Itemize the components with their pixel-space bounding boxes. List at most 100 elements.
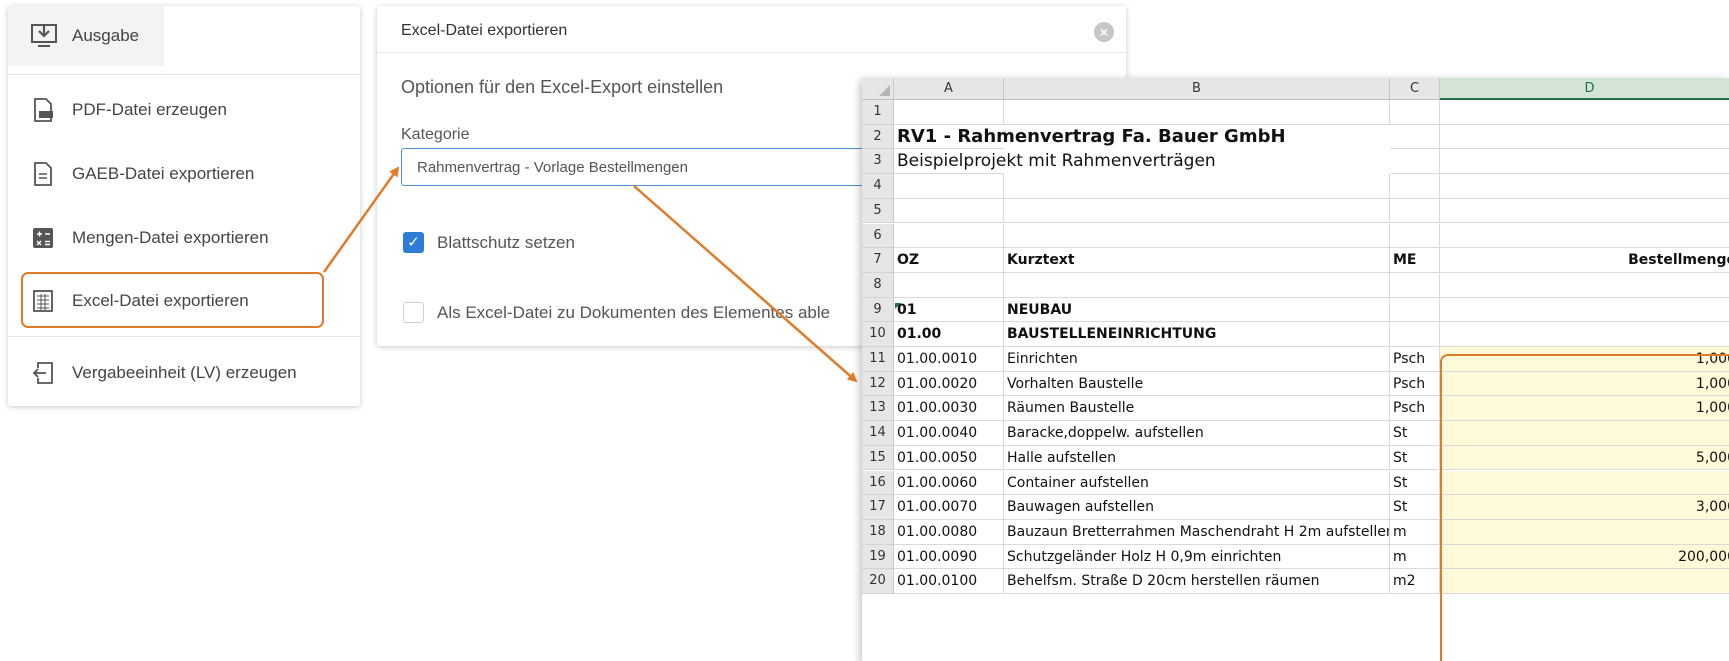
column-header-c[interactable]: C — [1390, 78, 1440, 100]
save-to-documents-checkbox[interactable] — [403, 302, 424, 323]
select-all-corner[interactable] — [862, 78, 894, 100]
cell-bestellmenge[interactable] — [1440, 298, 1729, 323]
row-number[interactable]: 11 — [862, 347, 894, 372]
cell-bestellmenge[interactable] — [1440, 421, 1729, 446]
cell-bestellmenge[interactable]: 1,000 — [1440, 371, 1729, 397]
column-header-a[interactable]: A — [894, 78, 1004, 100]
row-number[interactable]: 15 — [862, 445, 894, 471]
cell-me[interactable]: Psch — [1390, 371, 1440, 397]
cell-oz[interactable]: 01.00.0080 — [894, 519, 1004, 545]
cell-bestellmenge[interactable] — [1440, 199, 1729, 224]
sheet-subtitle[interactable]: Beispielprojekt mit Rahmenverträgen — [894, 149, 1216, 175]
cell-me[interactable]: St — [1390, 470, 1440, 496]
cell-me[interactable]: m — [1390, 544, 1440, 570]
cell-oz[interactable]: 01.00.0040 — [894, 421, 1004, 446]
cell-kurztext[interactable]: Räumen Baustelle — [1004, 396, 1390, 422]
cell-kurztext[interactable]: Bauzaun Bretterrahmen Maschendraht H 2m … — [1004, 519, 1390, 545]
cell-oz[interactable]: 01 — [894, 297, 1004, 323]
cell-oz[interactable]: 01.00.0060 — [894, 470, 1004, 496]
cell-oz[interactable]: 01.00.0030 — [894, 396, 1004, 422]
cell-bestellmenge[interactable] — [1440, 224, 1729, 249]
cell-oz[interactable] — [894, 174, 1004, 199]
row-number[interactable]: 9 — [862, 297, 894, 323]
cell-me[interactable]: m2 — [1390, 569, 1440, 594]
sheet-protection-checkbox[interactable]: ✓ — [403, 232, 424, 253]
header-kurztext[interactable]: Kurztext — [1004, 248, 1390, 273]
row-number[interactable]: 8 — [862, 272, 894, 298]
cell-me[interactable]: Psch — [1390, 396, 1440, 422]
menu-item-mengen[interactable]: Mengen-Datei exportieren — [8, 213, 360, 263]
cell-me[interactable] — [1390, 198, 1440, 224]
cell-kurztext[interactable]: Behelfsm. Straße D 20cm herstellen räume… — [1004, 569, 1390, 594]
cell-oz[interactable]: 01.00.0100 — [894, 569, 1004, 594]
cell-kurztext[interactable]: Halle aufstellen — [1004, 445, 1390, 471]
cell-oz[interactable] — [894, 223, 1004, 249]
close-icon[interactable]: × — [1094, 22, 1114, 42]
cell-oz[interactable] — [894, 100, 1004, 125]
row-number[interactable]: 10 — [862, 322, 894, 347]
row-number[interactable]: 20 — [862, 569, 894, 594]
cell-bestellmenge[interactable] — [1440, 100, 1729, 125]
cell-oz[interactable]: 01.00.0070 — [894, 495, 1004, 520]
cell-me[interactable] — [1390, 223, 1440, 249]
cell-kurztext[interactable] — [1004, 174, 1390, 199]
cell-oz[interactable]: 01.00.0050 — [894, 445, 1004, 471]
row-number[interactable]: 17 — [862, 495, 894, 520]
cell[interactable] — [1440, 149, 1729, 175]
cell-kurztext[interactable]: Vorhalten Baustelle — [1004, 371, 1390, 397]
cell[interactable] — [1390, 124, 1440, 150]
cell-kurztext[interactable] — [1004, 272, 1390, 298]
row-number[interactable]: 2 — [862, 124, 894, 150]
cell-me[interactable]: St — [1390, 495, 1440, 520]
cell-kurztext[interactable] — [1004, 223, 1390, 249]
cell-oz[interactable] — [894, 198, 1004, 224]
cell-kurztext[interactable]: Schutzgeländer Holz H 0,9m einrichten — [1004, 544, 1390, 570]
cell-kurztext[interactable] — [1004, 100, 1390, 125]
header-bestellmenge[interactable]: Bestellmenge — [1440, 248, 1729, 273]
cell-me[interactable]: St — [1390, 421, 1440, 446]
output-menu-header[interactable]: Ausgabe — [8, 6, 164, 66]
cell-oz[interactable]: 01.00 — [894, 322, 1004, 347]
cell-me[interactable] — [1390, 322, 1440, 347]
row-number[interactable]: 13 — [862, 396, 894, 422]
cell-kurztext[interactable]: BAUSTELLENEINRICHTUNG — [1004, 322, 1390, 347]
row-number[interactable]: 5 — [862, 198, 894, 224]
menu-item-gaeb[interactable]: GAEB-Datei exportieren — [8, 149, 360, 199]
header-oz[interactable]: OZ — [894, 248, 1004, 273]
menu-item-vergabeeinheit[interactable]: Vergabeeinheit (LV) erzeugen — [8, 348, 360, 398]
cell-bestellmenge[interactable] — [1440, 273, 1729, 298]
row-number[interactable]: 3 — [862, 149, 894, 175]
sheet-title[interactable]: RV1 - Rahmenvertrag Fa. Bauer GmbH — [894, 125, 1286, 150]
cell-me[interactable]: St — [1390, 445, 1440, 471]
menu-item-pdf[interactable]: PDF-Datei erzeugen — [8, 85, 360, 135]
cell-bestellmenge[interactable] — [1440, 569, 1729, 594]
header-me[interactable]: ME — [1390, 248, 1440, 273]
cell-me[interactable] — [1390, 297, 1440, 323]
row-number[interactable]: 14 — [862, 421, 894, 446]
cell-kurztext[interactable]: Bauwagen aufstellen — [1004, 495, 1390, 520]
cell-bestellmenge[interactable]: 5,000 — [1440, 445, 1729, 471]
cell-me[interactable] — [1390, 272, 1440, 298]
row-number[interactable]: 16 — [862, 470, 894, 496]
cell-bestellmenge[interactable] — [1440, 174, 1729, 199]
cell-me[interactable]: m — [1390, 519, 1440, 545]
cell-oz[interactable] — [894, 272, 1004, 298]
cell[interactable] — [1440, 125, 1729, 150]
row-number[interactable]: 18 — [862, 519, 894, 545]
cell-oz[interactable]: 01.00.0020 — [894, 371, 1004, 397]
cell-kurztext[interactable] — [1004, 198, 1390, 224]
row-number[interactable]: 4 — [862, 174, 894, 199]
row-number[interactable]: 19 — [862, 544, 894, 570]
column-header-b[interactable]: B — [1004, 78, 1390, 100]
row-number[interactable]: 1 — [862, 100, 894, 125]
cell-bestellmenge[interactable] — [1440, 470, 1729, 496]
cell-oz[interactable]: 01.00.0090 — [894, 544, 1004, 570]
cell-bestellmenge[interactable]: 1,000 — [1440, 347, 1729, 372]
cell-kurztext[interactable]: Einrichten — [1004, 347, 1390, 372]
cell-kurztext[interactable]: NEUBAU — [1004, 297, 1390, 323]
cell-me[interactable] — [1390, 174, 1440, 199]
cell[interactable] — [1390, 149, 1440, 175]
cell-bestellmenge[interactable]: 3,000 — [1440, 495, 1729, 520]
row-number[interactable]: 6 — [862, 223, 894, 249]
column-header-d[interactable]: D — [1440, 78, 1729, 100]
